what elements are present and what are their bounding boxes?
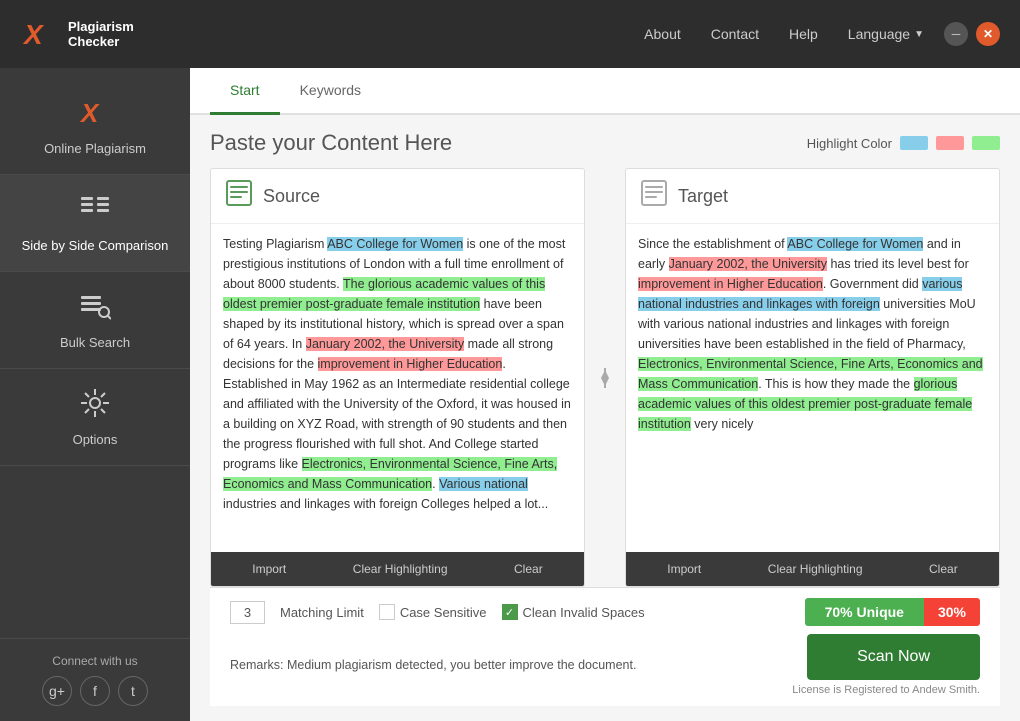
sidebar-label-side-by-side: Side by Side Comparison: [22, 238, 169, 253]
bulk-search-icon: [79, 290, 111, 329]
scan-now-button[interactable]: Scan Now: [807, 634, 980, 680]
sidebar-bottom: Connect with us g+ f t: [0, 638, 190, 721]
chevron-down-icon: ▼: [914, 29, 924, 40]
connect-label: Connect with us: [10, 654, 180, 668]
side-by-side-icon: [79, 193, 111, 232]
twitter-icon[interactable]: t: [118, 676, 148, 706]
clean-invalid-checkbox[interactable]: ✓: [502, 604, 518, 620]
sidebar-label-options: Options: [73, 432, 118, 447]
language-dropdown[interactable]: Language ▼: [848, 26, 924, 42]
target-panel-footer: Import Clear Highlighting Clear: [626, 552, 999, 586]
matching-limit-input[interactable]: [230, 601, 265, 624]
remarks-text: Remarks: Medium plagiarism detected, you…: [230, 658, 636, 672]
content-area: Start Keywords Paste your Content Here H…: [190, 68, 1020, 721]
close-button[interactable]: ✕: [976, 22, 1000, 46]
facebook-icon[interactable]: f: [80, 676, 110, 706]
google-plus-icon[interactable]: g+: [42, 676, 72, 706]
window-controls: ─ ✕: [944, 22, 1000, 46]
source-clear-button[interactable]: Clear: [506, 560, 551, 578]
topbar-nav: About Contact Help Language ▼: [644, 26, 924, 42]
color-swatch-green[interactable]: [972, 136, 1000, 150]
case-sensitive-checkbox[interactable]: [379, 604, 395, 620]
target-panel-title: Target: [678, 186, 728, 207]
sidebar-item-options[interactable]: Options: [0, 369, 190, 466]
source-import-button[interactable]: Import: [244, 560, 294, 578]
target-clear-highlighting-button[interactable]: Clear Highlighting: [760, 560, 871, 578]
clean-invalid-label: Clean Invalid Spaces: [523, 605, 645, 620]
case-sensitive-checkbox-area[interactable]: Case Sensitive: [379, 604, 487, 620]
license-text: License is Registered to Andew Smith.: [792, 684, 980, 696]
sidebar-item-bulk-search[interactable]: Bulk Search: [0, 272, 190, 369]
social-icons: g+ f t: [10, 676, 180, 706]
remarks-bar: Remarks: Medium plagiarism detected, you…: [230, 634, 980, 696]
main-layout: X Online Plagiarism Side by Side Compari…: [0, 68, 1020, 721]
sidebar-item-online-plagiarism[interactable]: X Online Plagiarism: [0, 78, 190, 175]
svg-text:X: X: [22, 19, 45, 50]
unique-score: 70% Unique: [805, 598, 924, 626]
nav-about[interactable]: About: [644, 26, 681, 42]
options-icon: [79, 387, 111, 426]
page-title: Paste your Content Here: [210, 130, 452, 156]
color-swatch-red[interactable]: [936, 136, 964, 150]
target-panel: Target Since the establishment of ABC Co…: [625, 168, 1000, 587]
logo-icon: X: [20, 14, 60, 54]
tab-start[interactable]: Start: [210, 68, 280, 115]
sidebar-item-side-by-side[interactable]: Side by Side Comparison: [0, 175, 190, 272]
page-content: Paste your Content Here Highlight Color: [190, 115, 1020, 721]
source-panel: Source Testing Plagiarism ABC College fo…: [210, 168, 585, 587]
clean-invalid-checkbox-area[interactable]: ✓ Clean Invalid Spaces: [502, 604, 645, 620]
sidebar-label-online-plagiarism: Online Plagiarism: [44, 141, 146, 156]
source-text-area[interactable]: Testing Plagiarism ABC College for Women…: [211, 224, 584, 552]
sidebar: X Online Plagiarism Side by Side Compari…: [0, 68, 190, 721]
sidebar-label-bulk-search: Bulk Search: [60, 335, 130, 350]
topbar: X Plagiarism Checker About Contact Help …: [0, 0, 1020, 68]
logo-text: Plagiarism Checker: [68, 19, 134, 49]
case-sensitive-label: Case Sensitive: [400, 605, 487, 620]
source-panel-footer: Import Clear Highlighting Clear: [211, 552, 584, 586]
target-text-area[interactable]: Since the establishment of ABC College f…: [626, 224, 999, 552]
logo: X Plagiarism Checker: [20, 14, 134, 54]
bottom-bar: Matching Limit Case Sensitive ✓ Clean In…: [210, 587, 1000, 706]
minimize-button[interactable]: ─: [944, 22, 968, 46]
online-plagiarism-icon: X: [79, 96, 111, 135]
panels-arrow: [595, 168, 615, 587]
nav-help[interactable]: Help: [789, 26, 818, 42]
tab-keywords[interactable]: Keywords: [280, 68, 381, 115]
plagiarized-score: 30%: [924, 598, 980, 626]
svg-text:X: X: [79, 98, 100, 128]
bottom-controls: Matching Limit Case Sensitive ✓ Clean In…: [230, 598, 980, 626]
source-panel-title: Source: [263, 186, 320, 207]
panels-row: Source Testing Plagiarism ABC College fo…: [210, 168, 1000, 587]
tabs: Start Keywords: [190, 68, 1020, 115]
score-bar: 70% Unique 30%: [805, 598, 980, 626]
color-swatch-blue[interactable]: [900, 136, 928, 150]
page-header: Paste your Content Here Highlight Color: [210, 130, 1000, 156]
target-icon: [640, 179, 668, 213]
matching-limit-label: Matching Limit: [280, 605, 364, 620]
highlight-color-area: Highlight Color: [807, 136, 1000, 151]
target-import-button[interactable]: Import: [659, 560, 709, 578]
source-panel-header: Source: [211, 169, 584, 224]
target-clear-button[interactable]: Clear: [921, 560, 966, 578]
nav-contact[interactable]: Contact: [711, 26, 759, 42]
highlight-color-label: Highlight Color: [807, 136, 892, 151]
source-clear-highlighting-button[interactable]: Clear Highlighting: [345, 560, 456, 578]
target-panel-header: Target: [626, 169, 999, 224]
source-icon: [225, 179, 253, 213]
